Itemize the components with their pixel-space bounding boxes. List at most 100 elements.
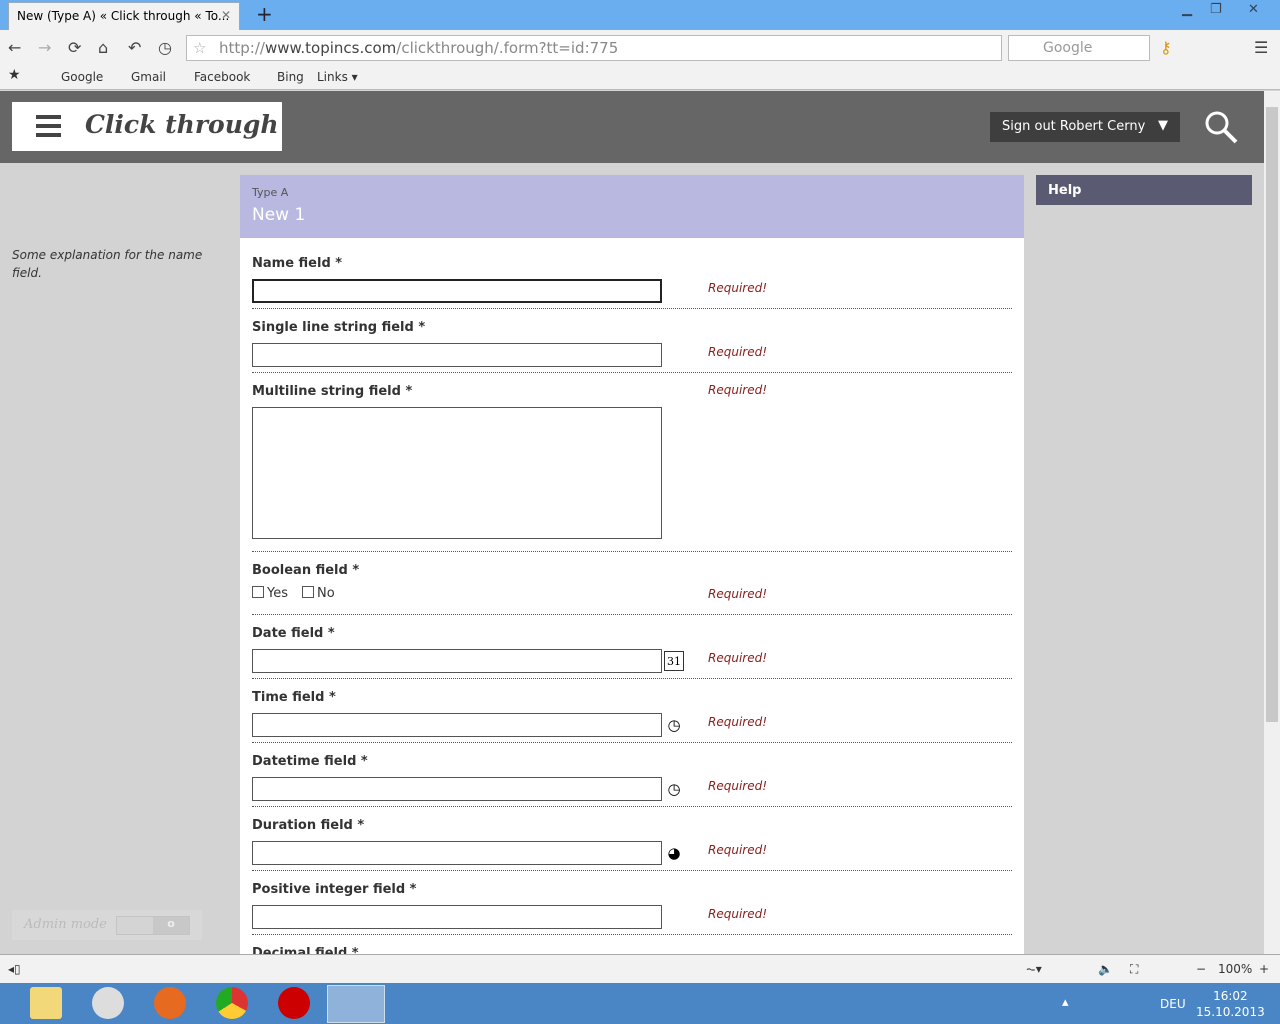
form-field: Date field * 31 Required!	[252, 615, 1012, 679]
taskbar: ▴ DEU	[0, 983, 1280, 1024]
form-field: Name field * Required!	[252, 245, 1012, 309]
text-input[interactable]	[252, 279, 662, 303]
undo-icon[interactable]: ↶	[128, 38, 141, 57]
field-label: Name field *	[252, 256, 343, 271]
bookmark-star-icon[interactable]: ★	[8, 67, 21, 83]
clock-time: 16:02	[1213, 989, 1248, 1003]
bookmarks-bar: ★ Google Gmail Facebook Bing Links ▾	[0, 64, 1280, 90]
minimize-button[interactable]: ▁	[1182, 2, 1192, 17]
sidebar-toggle-icon[interactable]: ◂▯	[8, 962, 21, 976]
text-input[interactable]	[252, 343, 662, 367]
bookmark-links[interactable]: Links ▾	[317, 70, 358, 84]
url-path: /clickthrough/.form?tt=id:775	[396, 39, 619, 57]
form-field: Decimal field *	[252, 935, 1012, 954]
clock[interactable]: 16:02 15.10.2013	[1196, 988, 1265, 1020]
text-input[interactable]	[252, 649, 662, 673]
opera-icon[interactable]	[278, 987, 310, 1019]
activity-icon[interactable]: ⏦▾	[1026, 962, 1042, 977]
reload-icon[interactable]: ⟳	[68, 38, 81, 57]
maximize-button[interactable]: ❐	[1210, 2, 1222, 17]
bookmark-bing[interactable]: Bing	[277, 70, 304, 84]
required-message: Required!	[708, 907, 768, 921]
admin-mode-toggle[interactable]	[116, 916, 190, 935]
help-button[interactable]: Help	[1036, 175, 1252, 205]
admin-mode: Admin mode	[12, 910, 202, 940]
required-message: Required!	[708, 779, 768, 793]
multiline-input[interactable]	[252, 407, 662, 539]
signout-button[interactable]: Sign out Robert Cerny ▼	[990, 112, 1180, 142]
duration-icon[interactable]: ◕	[664, 843, 684, 863]
bookmark-facebook[interactable]: Facebook	[194, 70, 250, 84]
bookmark-gmail[interactable]: Gmail	[131, 70, 166, 84]
field-label: Positive integer field *	[252, 882, 417, 897]
zoom-out-button[interactable]: −	[1196, 962, 1206, 976]
scrollbar-thumb[interactable]	[1266, 107, 1278, 722]
text-input[interactable]	[252, 841, 662, 865]
home-icon[interactable]: ⌂	[98, 38, 108, 57]
text-input[interactable]	[252, 905, 662, 929]
hamburger-icon[interactable]	[36, 115, 61, 137]
required-message: Required!	[708, 587, 768, 601]
field-label: Boolean field *	[252, 563, 360, 578]
key-icon[interactable]: ⚷	[1160, 38, 1172, 57]
firefox-icon[interactable]	[154, 987, 186, 1019]
required-message: Required!	[708, 383, 768, 397]
form-field: Datetime field * ◷ Required!	[252, 743, 1012, 807]
zoom-level: 100%	[1218, 962, 1253, 976]
bookmark-google[interactable]: Google	[61, 70, 103, 84]
form-field: Time field * ◷ Required!	[252, 679, 1012, 743]
form-type: Type A	[252, 186, 289, 199]
logo[interactable]: Click through	[12, 102, 282, 151]
close-tab-icon[interactable]: ✕	[221, 8, 231, 22]
required-message: Required!	[708, 651, 768, 665]
search-box[interactable]: Google	[1008, 35, 1150, 61]
clock-date: 15.10.2013	[1196, 1005, 1265, 1019]
url-prefix: http://	[219, 39, 265, 57]
text-input[interactable]	[252, 777, 662, 801]
checkbox-no[interactable]: No	[302, 586, 335, 601]
new-tab-button[interactable]: +	[256, 2, 273, 26]
browser-tab[interactable]: New (Type A) « Click through « To... ✕	[8, 2, 240, 30]
clock-icon[interactable]: ◷	[664, 779, 684, 799]
field-label: Duration field *	[252, 818, 365, 833]
field-label: Datetime field *	[252, 754, 368, 769]
chrome-icon[interactable]	[216, 987, 248, 1019]
tray-arrow-icon[interactable]: ▴	[1062, 995, 1069, 1010]
star-icon[interactable]: ☆	[193, 39, 206, 57]
zoom-in-button[interactable]: +	[1259, 962, 1269, 976]
checkbox-label: Yes	[267, 586, 288, 601]
form-field: Boolean field * Yes No Required!	[252, 552, 1012, 615]
signout-label: Sign out Robert Cerny	[1002, 119, 1146, 134]
form-field: Duration field * ◕ Required!	[252, 807, 1012, 871]
search-icon[interactable]	[1204, 110, 1238, 144]
history-icon[interactable]: ◷	[158, 38, 172, 57]
field-explanation: Some explanation for the name field.	[12, 248, 203, 280]
scrollbar[interactable]	[1264, 91, 1280, 954]
volume-icon[interactable]: 🔈	[1098, 962, 1113, 976]
address-bar[interactable]: ☆ http://www.topincs.com/clickthrough/.fo…	[186, 35, 1002, 61]
back-icon[interactable]: ←	[8, 38, 21, 57]
required-message: Required!	[708, 345, 768, 359]
required-message: Required!	[708, 843, 768, 857]
forward-icon[interactable]: →	[38, 38, 51, 57]
explorer-icon[interactable]	[30, 987, 62, 1019]
clock-icon[interactable]: ◷	[664, 715, 684, 735]
field-label: Single line string field *	[252, 320, 426, 335]
checkbox-yes[interactable]: Yes	[252, 586, 288, 601]
required-message: Required!	[708, 715, 768, 729]
fullscreen-icon[interactable]: ⛶	[1130, 962, 1138, 977]
form-panel: Type A New 1 Name field * Required! Single …	[240, 175, 1024, 954]
admin-mode-label: Admin mode	[24, 917, 107, 932]
text-input[interactable]	[252, 713, 662, 737]
close-window-button[interactable]: ✕	[1248, 2, 1259, 17]
field-label: Decimal field *	[252, 946, 359, 954]
menu-icon[interactable]: ☰	[1254, 38, 1268, 57]
form-field: Single line string field * Required!	[252, 309, 1012, 373]
field-label: Multiline string field *	[252, 384, 413, 399]
language-indicator[interactable]: DEU	[1160, 997, 1186, 1011]
form-title: New 1	[252, 205, 306, 225]
maxthon-icon[interactable]	[327, 985, 385, 1023]
calendar-icon[interactable]: 31	[664, 651, 684, 671]
snipping-tool-icon[interactable]	[92, 987, 124, 1019]
app-title: Click through	[85, 110, 279, 139]
